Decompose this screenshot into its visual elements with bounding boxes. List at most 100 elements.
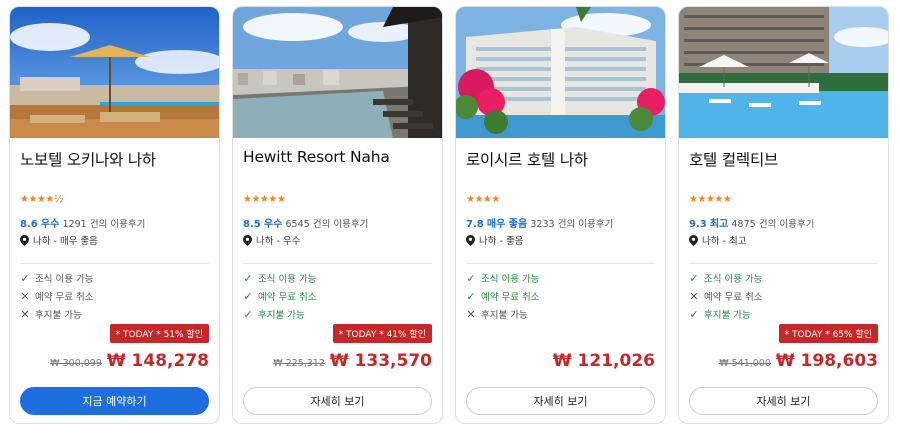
check-icon: ✓ — [20, 271, 30, 285]
feature-free-cancel: ✓ 예약 무료 취소 — [243, 289, 316, 304]
star-rating: ★★★★★ — [689, 194, 732, 205]
original-price: ₩ 300,099 — [50, 358, 102, 369]
hotel-photo[interactable] — [679, 7, 888, 138]
check-icon: ✓ — [466, 289, 476, 303]
divider — [20, 263, 209, 264]
hotel-card[interactable]: 로이시르 호텔 나하 ★★★★ 7.8 매우 좋음 3233 건의 이용후기 나… — [455, 6, 666, 424]
view-details-button[interactable]: 자세히 보기 — [689, 387, 878, 415]
location-text: 나하 - 좋음 — [479, 236, 524, 247]
original-price: ₩ 541,000 — [719, 358, 771, 369]
review-score-label: 매우 좋음 — [486, 219, 528, 230]
hotel-card[interactable]: 호텔 컬렉티브 ★★★★★ 9.3 최고 4875 건의 이용후기 나하 - 최… — [678, 6, 889, 424]
feature-label: 조식 이용 가능 — [35, 274, 94, 285]
x-icon: ✕ — [20, 289, 30, 303]
x-icon: ✕ — [689, 289, 699, 303]
location-text: 나하 - 최고 — [702, 236, 747, 247]
location-text: 나하 - 우수 — [256, 236, 301, 247]
view-details-button[interactable]: 자세히 보기 — [243, 387, 432, 415]
feature-free-cancel: ✓ 예약 무료 취소 — [466, 289, 540, 304]
location: 나하 - 최고 — [689, 233, 746, 247]
check-icon: ✓ — [689, 307, 699, 321]
book-now-button[interactable]: 지금 예약하기 — [20, 387, 209, 415]
current-price: ₩ 198,603 — [775, 351, 878, 371]
hotel-name[interactable]: 로이시르 호텔 나하 — [466, 148, 588, 170]
location-pin-icon — [20, 234, 29, 246]
original-price: ₩ 225,312 — [273, 358, 325, 369]
feature-label: 후지불 가능 — [258, 310, 305, 321]
star-rating: ★★★★½ — [20, 194, 64, 205]
hotel-name[interactable]: Hewitt Resort Naha — [243, 148, 390, 166]
x-icon: ✕ — [20, 307, 30, 321]
feature-label: 후지불 가능 — [481, 310, 528, 321]
feature-label: 예약 무료 취소 — [35, 292, 94, 303]
review-summary: 8.6 우수 1291 건의 이용후기 — [20, 215, 145, 230]
feature-breakfast: ✓ 조식 이용 가능 — [20, 271, 94, 286]
review-count-suffix: 건의 이용후기 — [557, 219, 614, 230]
review-score: 9.3 — [689, 219, 707, 230]
feature-pay-later: ✓ 후지불 가능 — [243, 307, 305, 322]
review-count: 3233 — [530, 219, 555, 230]
current-price: ₩ 121,026 — [552, 351, 655, 371]
review-count: 6545 — [285, 219, 310, 230]
location: 나하 - 매우 좋음 — [20, 233, 98, 247]
feature-free-cancel: ✕ 예약 무료 취소 — [20, 289, 94, 304]
review-count: 1291 — [62, 219, 87, 230]
review-score-label: 우수 — [40, 219, 60, 230]
star-rating: ★★★★★ — [243, 194, 286, 205]
feature-label: 조식 이용 가능 — [481, 274, 540, 285]
location-text: 나하 - 매우 좋음 — [33, 236, 98, 247]
review-count-suffix: 건의 이용후기 — [89, 219, 146, 230]
review-summary: 8.5 우수 6545 건의 이용후기 — [243, 215, 368, 230]
discount-badge: * TODAY * 65% 할인 — [778, 324, 878, 343]
feature-breakfast: ✓ 조식 이용 가능 — [243, 271, 317, 286]
feature-pay-later: ✓ 후지불 가능 — [689, 307, 751, 322]
review-score-label: 우수 — [263, 219, 283, 230]
review-score: 8.5 — [243, 219, 261, 230]
hotel-card[interactable]: 노보텔 오키나와 나하 ★★★★½ 8.6 우수 1291 건의 이용후기 나하… — [9, 6, 220, 424]
feature-pay-later: ✕ 후지불 가능 — [466, 307, 528, 322]
location: 나하 - 좋음 — [466, 233, 523, 247]
hotel-card[interactable]: Hewitt Resort Naha ★★★★★ 8.5 우수 6545 건의 … — [232, 6, 443, 424]
feature-label: 예약 무료 취소 — [704, 292, 763, 303]
current-price: ₩ 148,278 — [106, 351, 209, 371]
feature-label: 후지불 가능 — [35, 310, 82, 321]
view-details-button[interactable]: 자세히 보기 — [466, 387, 655, 415]
hotel-name[interactable]: 노보텔 오키나와 나하 — [20, 148, 156, 170]
hotel-photo[interactable] — [456, 7, 665, 138]
hotel-card-grid: 노보텔 오키나와 나하 ★★★★½ 8.6 우수 1291 건의 이용후기 나하… — [9, 6, 889, 424]
location-pin-icon — [243, 234, 252, 246]
price: ₩ 225,312 ₩ 133,570 — [273, 351, 432, 371]
location-pin-icon — [689, 234, 698, 246]
feature-label: 후지불 가능 — [704, 310, 751, 321]
x-icon: ✕ — [466, 307, 476, 321]
hotel-name[interactable]: 호텔 컬렉티브 — [689, 148, 778, 170]
price: ₩ 121,026 — [553, 351, 655, 371]
feature-free-cancel: ✕ 예약 무료 취소 — [689, 289, 763, 304]
divider — [243, 263, 432, 264]
divider — [466, 263, 655, 264]
check-icon: ✓ — [689, 271, 699, 285]
feature-label: 조식 이용 가능 — [258, 274, 317, 285]
feature-pay-later: ✕ 후지불 가능 — [20, 307, 82, 322]
review-count-suffix: 건의 이용후기 — [312, 219, 369, 230]
hotel-photo[interactable] — [10, 7, 219, 138]
discount-badge: * TODAY * 51% 할인 — [109, 324, 209, 343]
location: 나하 - 우수 — [243, 233, 300, 247]
review-summary: 9.3 최고 4875 건의 이용후기 — [689, 215, 814, 230]
feature-label: 예약 무료 취소 — [481, 292, 540, 303]
divider — [689, 263, 878, 264]
check-icon: ✓ — [243, 271, 253, 285]
hotel-photo[interactable] — [233, 7, 442, 138]
review-count: 4875 — [731, 219, 756, 230]
review-score: 8.6 — [20, 219, 38, 230]
review-summary: 7.8 매우 좋음 3233 건의 이용후기 — [466, 215, 613, 230]
location-pin-icon — [466, 234, 475, 246]
review-count-suffix: 건의 이용후기 — [758, 219, 815, 230]
price: ₩ 300,099 ₩ 148,278 — [50, 351, 209, 371]
feature-label: 조식 이용 가능 — [704, 274, 763, 285]
price: ₩ 541,000 ₩ 198,603 — [719, 351, 878, 371]
check-icon: ✓ — [466, 271, 476, 285]
review-score: 7.8 — [466, 219, 484, 230]
feature-breakfast: ✓ 조식 이용 가능 — [689, 271, 763, 286]
check-icon: ✓ — [243, 307, 253, 321]
